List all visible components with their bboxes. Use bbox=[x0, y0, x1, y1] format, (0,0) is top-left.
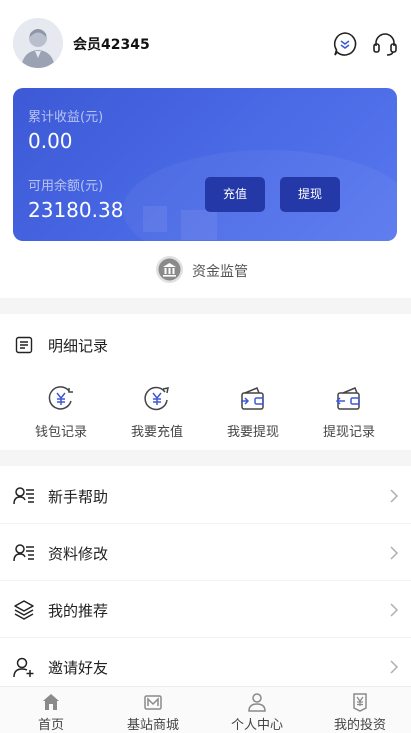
menu-label: 我的推荐 bbox=[48, 602, 109, 620]
username: 会员42345 bbox=[73, 37, 150, 53]
bottom-tab-bar: 首页 基站商城 个人中心 我的投资 bbox=[0, 686, 411, 733]
menu-item-my-referrals[interactable]: 我的推荐 bbox=[0, 581, 411, 638]
person-icon bbox=[248, 693, 266, 712]
recharge-button[interactable]: 充值 bbox=[205, 177, 265, 212]
fund-supervision-label: 资金监管 bbox=[192, 264, 248, 280]
menu-label: 资料修改 bbox=[48, 545, 109, 563]
layers-icon bbox=[14, 600, 34, 620]
message-icon[interactable] bbox=[332, 31, 358, 57]
wallet-in-icon bbox=[335, 387, 360, 410]
withdraw-records-action[interactable]: 提现记录 bbox=[304, 385, 394, 440]
section-divider bbox=[0, 298, 411, 314]
tab-label: 基站商城 bbox=[126, 718, 179, 733]
bank-icon bbox=[156, 256, 183, 283]
header: 会员42345 bbox=[0, 0, 411, 86]
balance-label: 可用余额(元) bbox=[28, 179, 104, 194]
user-edit-icon bbox=[13, 544, 34, 562]
total-income-value: 0.00 bbox=[28, 129, 73, 153]
tab-label: 个人中心 bbox=[230, 718, 283, 733]
wallet-out-icon bbox=[241, 387, 264, 410]
avatar[interactable] bbox=[13, 18, 63, 68]
chevron-right-icon bbox=[390, 546, 399, 560]
total-income-label: 累计收益(元) bbox=[28, 110, 104, 125]
menu-item-newbie-help[interactable]: 新手帮助 bbox=[0, 467, 411, 524]
user-add-icon bbox=[13, 657, 34, 678]
withdraw-action[interactable]: 我要提现 bbox=[208, 385, 298, 440]
wallet-records-action[interactable]: 钱包记录 bbox=[16, 385, 106, 440]
home-icon bbox=[43, 694, 59, 710]
card-decoration bbox=[181, 210, 217, 240]
user-avatar-icon bbox=[13, 18, 63, 68]
investment-icon bbox=[353, 693, 367, 712]
tab-personal-center[interactable]: 个人中心 bbox=[206, 687, 308, 733]
list-icon bbox=[15, 336, 33, 354]
chevron-right-icon bbox=[390, 603, 399, 617]
withdraw-action-label: 我要提现 bbox=[226, 425, 279, 440]
details-title: 明细记录 bbox=[48, 337, 109, 355]
tab-home[interactable]: 首页 bbox=[0, 687, 102, 733]
menu-label: 新手帮助 bbox=[48, 488, 109, 506]
fund-supervision[interactable]: 资金监管 bbox=[0, 256, 411, 284]
tab-label: 我的投资 bbox=[333, 718, 386, 733]
section-divider bbox=[0, 450, 411, 466]
card-decoration bbox=[143, 206, 167, 232]
user-list-icon bbox=[13, 487, 34, 505]
recharge-action-label: 我要充值 bbox=[130, 425, 183, 440]
balance-card: 累计收益(元) 0.00 可用余额(元) 23180.38 充值 提现 bbox=[13, 88, 397, 241]
menu-label: 邀请好友 bbox=[48, 659, 109, 677]
recharge-action[interactable]: 我要充值 bbox=[112, 385, 202, 440]
chevron-right-icon bbox=[390, 489, 399, 503]
balance-value: 23180.38 bbox=[28, 198, 124, 222]
withdraw-button[interactable]: 提现 bbox=[280, 177, 340, 212]
tab-label: 首页 bbox=[37, 718, 64, 733]
withdraw-records-label: 提现记录 bbox=[322, 425, 375, 440]
tab-station-mall[interactable]: 基站商城 bbox=[102, 687, 204, 733]
station-icon bbox=[144, 695, 162, 710]
yen-recharge-icon bbox=[144, 386, 169, 411]
customer-service-icon[interactable] bbox=[372, 31, 398, 57]
menu-item-profile-edit[interactable]: 资料修改 bbox=[0, 524, 411, 581]
wallet-records-label: 钱包记录 bbox=[34, 425, 87, 440]
yen-coin-icon bbox=[48, 386, 73, 410]
chevron-right-icon bbox=[390, 660, 399, 674]
tab-my-investment[interactable]: 我的投资 bbox=[309, 687, 411, 733]
details-section-title[interactable]: 明细记录 bbox=[0, 314, 411, 374]
